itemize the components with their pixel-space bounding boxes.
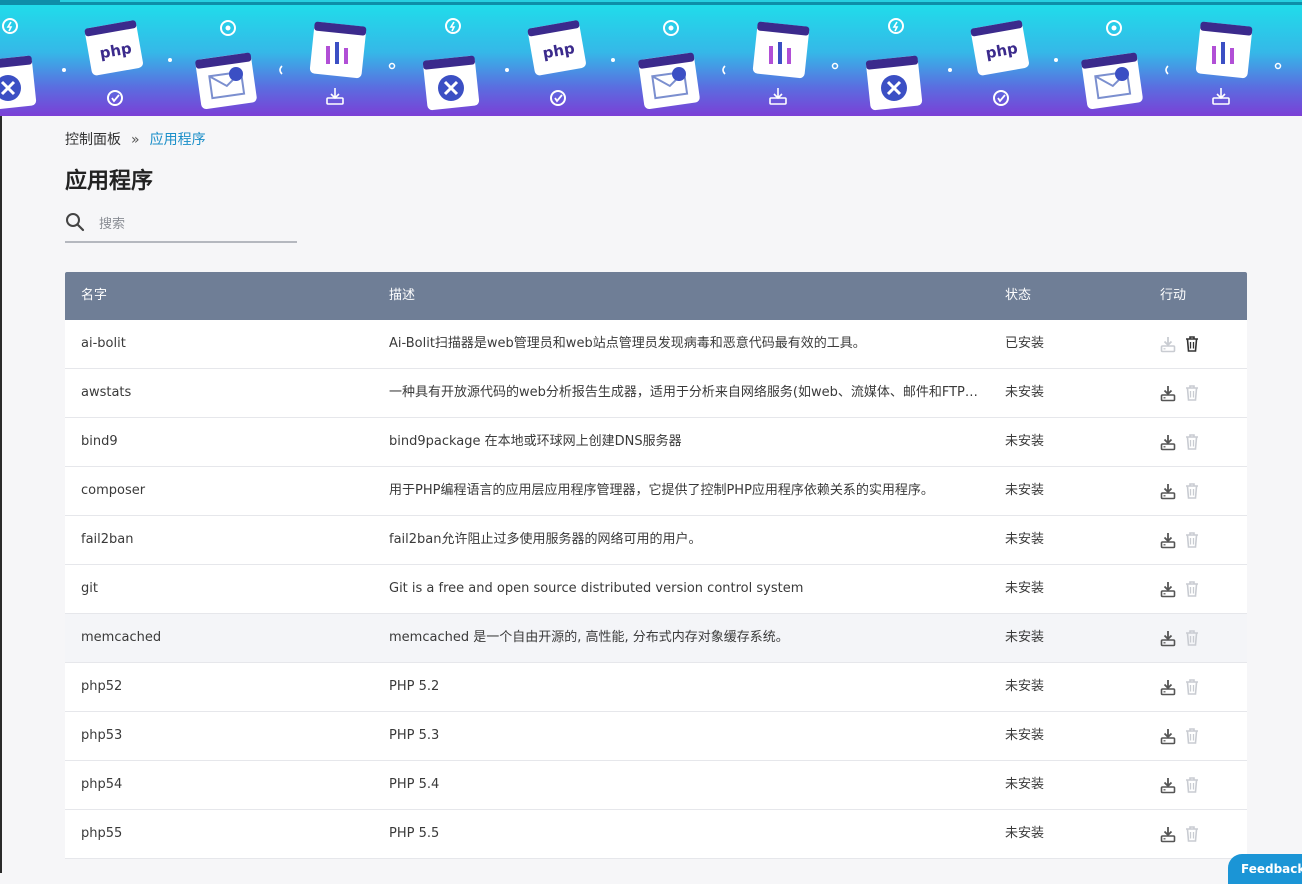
table-header: 名字 描述 状态 行动 [65,272,1247,320]
app-status: 已安装 [1005,336,1045,351]
app-name: git [81,581,98,596]
app-name: awstats [81,385,132,400]
app-status: 未安装 [1005,483,1045,498]
breadcrumb: 控制面板 » 应用程序 [65,129,206,149]
app-description: PHP 5.4 [389,777,440,792]
app-name: php52 [81,679,123,694]
app-status: 未安装 [1005,728,1045,743]
trash-icon[interactable] [1184,482,1200,500]
trash-icon[interactable] [1184,825,1200,843]
app-status: 未安装 [1005,679,1045,694]
breadcrumb-current[interactable]: 应用程序 [150,132,206,148]
app-name: bind9 [81,434,118,449]
app-status: 未安装 [1005,630,1045,645]
column-header-actions: 行动 [1160,288,1187,303]
trash-icon[interactable] [1184,335,1200,353]
row-actions [1160,580,1208,598]
install-icon[interactable] [1160,776,1176,794]
app-description: fail2ban允许阻止过多使用服务器的网络可用的用户。 [389,532,702,547]
trash-icon[interactable] [1184,433,1200,451]
search-box [65,209,297,243]
banner-top-highlight [60,0,1302,2]
app-description: Git is a free and open source distribute… [389,581,804,596]
page-title: 应用程序 [65,169,154,194]
app-description: Ai-Bolit扫描器是web管理员和web站点管理员发现病毒和恶意代码最有效的… [389,336,866,351]
header-banner: php [0,0,1302,116]
column-header-description[interactable]: 描述 [389,272,415,320]
install-icon[interactable] [1160,727,1176,745]
app-name: memcached [81,630,162,645]
row-actions [1160,776,1208,794]
app-status: 未安装 [1005,777,1045,792]
table-row: git Git is a free and open source distrib… [65,565,1247,614]
app-status: 未安装 [1005,532,1045,547]
app-description: 用于PHP编程语言的应用层应用程序管理器，它提供了控制PHP应用程序依赖关系的实… [389,483,934,498]
install-icon[interactable] [1160,335,1176,353]
row-actions [1160,384,1208,402]
row-actions [1160,678,1208,696]
row-actions [1160,825,1208,843]
table-row: php55 PHP 5.5 未安装 [65,810,1247,859]
app-description: bind9package 在本地或环球网上创建DNS服务器 [389,434,682,449]
table-row: memcached memcached 是一个自由开源的, 高性能, 分布式内存对… [65,614,1247,663]
row-actions [1160,482,1208,500]
breadcrumb-home-link[interactable]: 控制面板 [65,132,121,148]
app-description: PHP 5.5 [389,826,440,841]
install-icon[interactable] [1160,629,1176,647]
trash-icon[interactable] [1184,531,1200,549]
table-row: php53 PHP 5.3 未安装 [65,712,1247,761]
table-row: php52 PHP 5.2 未安装 [65,663,1247,712]
install-icon[interactable] [1160,433,1176,451]
feedback-button[interactable]: Feedback [1228,854,1302,884]
app-status: 未安装 [1005,826,1045,841]
search-icon[interactable] [65,212,85,236]
app-name: php53 [81,728,123,743]
app-description: PHP 5.3 [389,728,440,743]
app-description: PHP 5.2 [389,679,440,694]
trash-icon[interactable] [1184,384,1200,402]
app-name: php55 [81,826,123,841]
install-icon[interactable] [1160,384,1176,402]
app-name: php54 [81,777,123,792]
table-row: awstats 一种具有开放源代码的web分析报告生成器，适用于分析来自网络服务(… [65,369,1247,418]
column-header-status[interactable]: 状态 [1005,272,1031,320]
row-actions [1160,629,1208,647]
window-edge [0,0,2,873]
install-icon[interactable] [1160,580,1176,598]
row-actions [1160,335,1208,353]
install-icon[interactable] [1160,678,1176,696]
app-description: memcached 是一个自由开源的, 高性能, 分布式内存对象缓存系统。 [389,630,789,645]
banner-illustration: php [0,18,1302,113]
column-header-name[interactable]: 名字 [81,272,107,320]
row-actions [1160,531,1208,549]
search-input[interactable] [97,211,296,237]
app-name: fail2ban [81,532,134,547]
install-icon[interactable] [1160,482,1176,500]
table-body: ai-bolit Ai-Bolit扫描器是web管理员和web站点管理员发现病毒和… [65,320,1247,859]
breadcrumb-separator: » [131,132,140,148]
table-row: php54 PHP 5.4 未安装 [65,761,1247,810]
trash-icon[interactable] [1184,629,1200,647]
row-actions [1160,727,1208,745]
table-row: fail2ban fail2ban允许阻止过多使用服务器的网络可用的用户。 未安装 [65,516,1247,565]
install-icon[interactable] [1160,531,1176,549]
app-status: 未安装 [1005,434,1045,449]
row-actions [1160,433,1208,451]
table-row: ai-bolit Ai-Bolit扫描器是web管理员和web站点管理员发现病毒和… [65,320,1247,369]
table-row: composer 用于PHP编程语言的应用层应用程序管理器，它提供了控制PHP应用… [65,467,1247,516]
trash-icon[interactable] [1184,678,1200,696]
trash-icon[interactable] [1184,776,1200,794]
app-status: 未安装 [1005,581,1045,596]
trash-icon[interactable] [1184,727,1200,745]
apps-table: 名字 描述 状态 行动 ai-bolit Ai-Bolit扫描器是web管理员和w… [65,272,1247,859]
app-description: 一种具有开放源代码的web分析报告生成器，适用于分析来自网络服务(如web、流媒… [389,385,979,400]
app-name: composer [81,483,146,498]
app-status: 未安装 [1005,385,1045,400]
install-icon[interactable] [1160,825,1176,843]
trash-icon[interactable] [1184,580,1200,598]
app-name: ai-bolit [81,336,126,351]
table-row: bind9 bind9package 在本地或环球网上创建DNS服务器 未安装 [65,418,1247,467]
